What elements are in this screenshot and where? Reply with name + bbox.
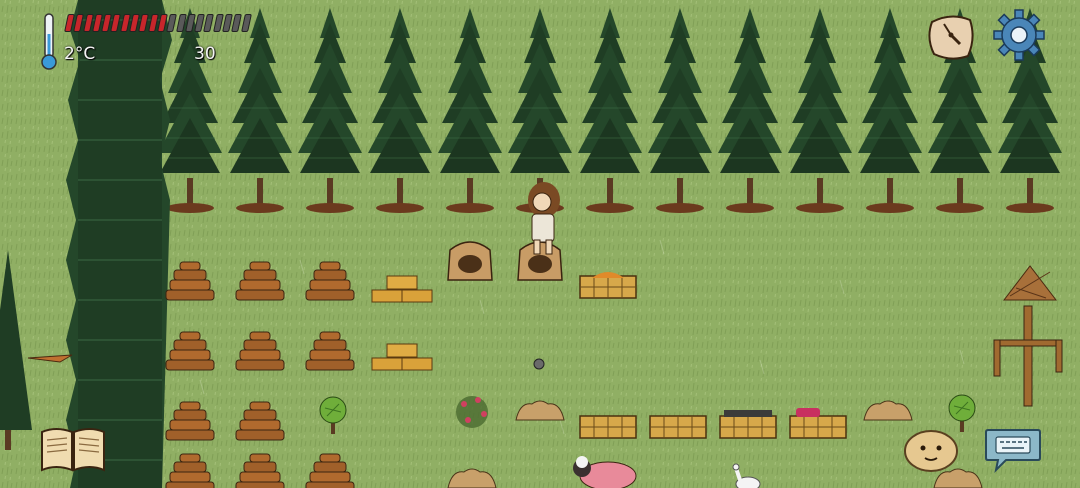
clock-button[interactable] — [924, 8, 978, 62]
potato-face-icon — [904, 430, 958, 472]
clock-icon — [928, 15, 974, 60]
keyboard-icon — [985, 429, 1041, 474]
crate-with-food — [579, 272, 637, 299]
game-scene[interactable]: 2°C 30 — [0, 0, 1080, 488]
settings-button[interactable] — [992, 8, 1046, 62]
food-meter — [64, 14, 252, 32]
book-icon — [41, 428, 105, 472]
recipe-book-button[interactable] — [38, 424, 108, 474]
keyboard-button[interactable] — [984, 424, 1042, 474]
tree-column-left — [66, 0, 172, 488]
thermometer-icon — [38, 12, 60, 72]
yum-bonus-value: 30 — [194, 44, 216, 64]
gear-icon — [993, 9, 1045, 61]
game-world[interactable] — [0, 0, 1080, 488]
rock — [533, 358, 545, 370]
temperature-readout: 2°C — [64, 44, 96, 64]
emote-button[interactable] — [903, 428, 959, 474]
rose-bush — [456, 396, 488, 428]
